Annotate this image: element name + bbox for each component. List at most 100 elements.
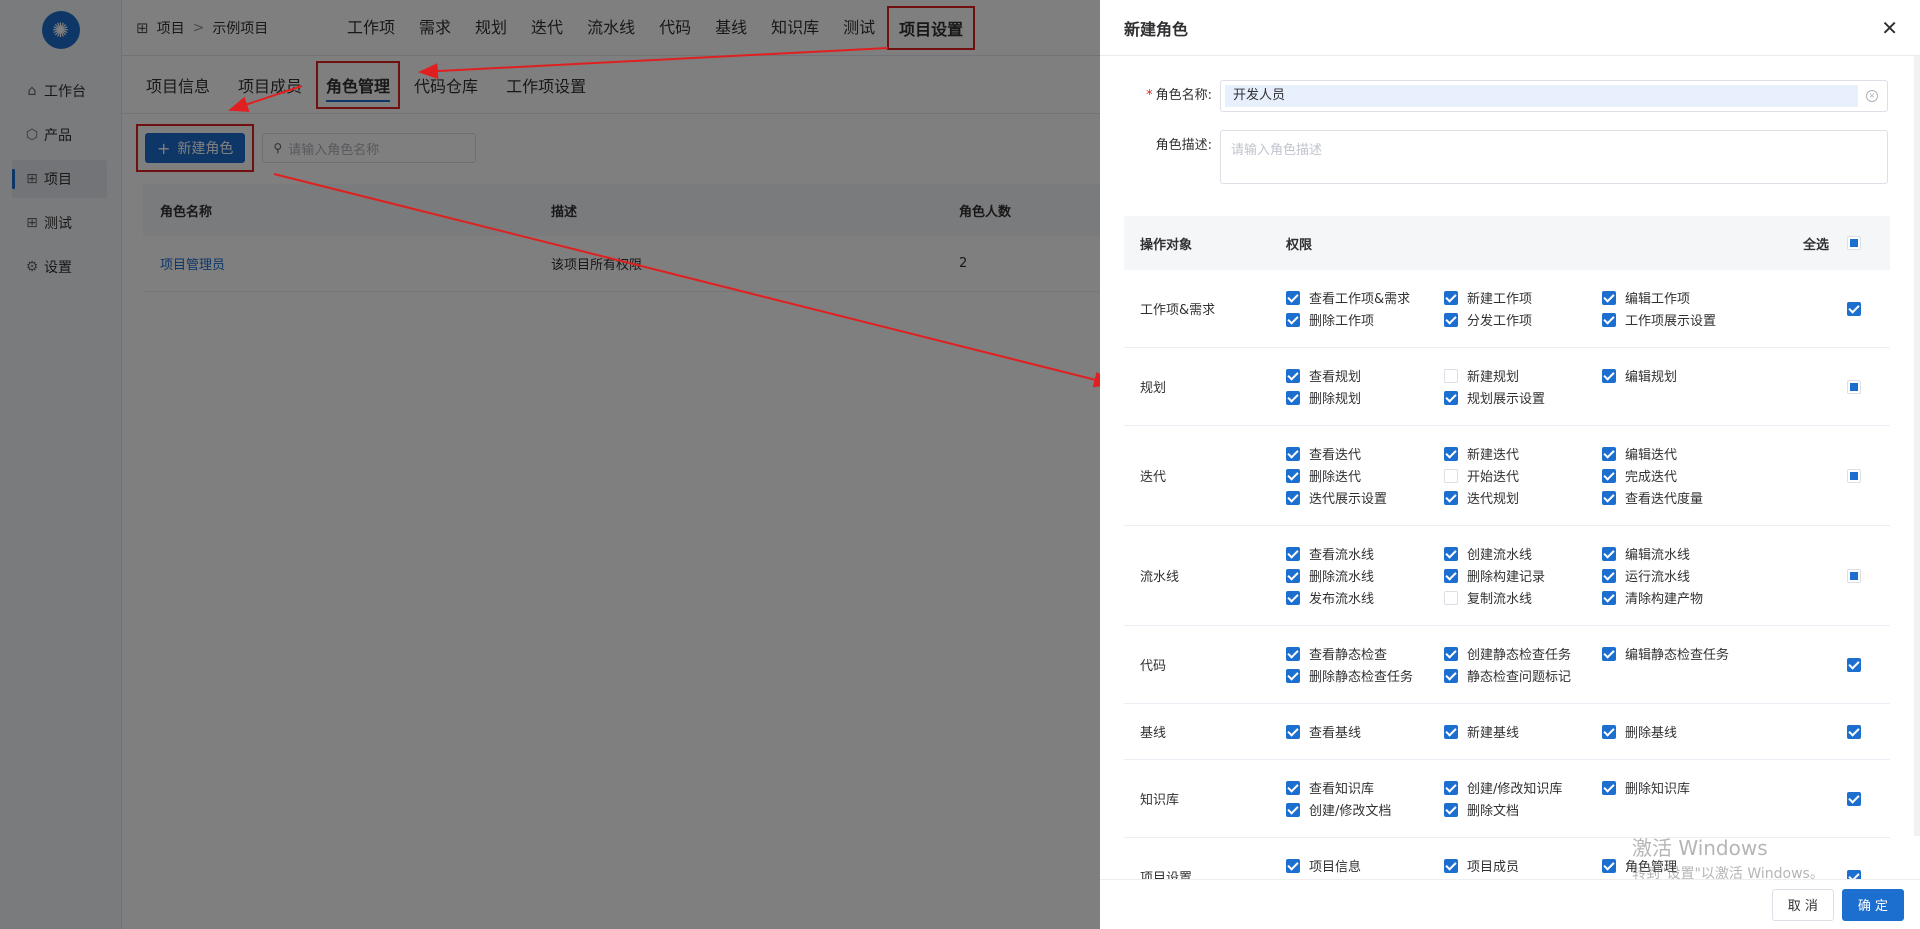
permission-checkbox[interactable] (1602, 546, 1616, 561)
permission-item[interactable]: 删除迭代 (1286, 465, 1444, 487)
permission-item[interactable]: 创建流水线 (1444, 543, 1602, 565)
permission-checkbox[interactable] (1286, 568, 1300, 583)
permission-item[interactable]: 编辑工作项 (1602, 287, 1782, 309)
row-select-all-checkbox[interactable] (1847, 301, 1861, 316)
permission-item[interactable]: 分发工作项 (1444, 309, 1602, 331)
row-select-all-checkbox[interactable] (1847, 791, 1861, 806)
permission-item[interactable]: 查看知识库 (1286, 777, 1444, 799)
permission-checkbox[interactable] (1286, 446, 1300, 461)
permission-item[interactable]: 迭代展示设置 (1286, 487, 1444, 509)
role-desc-textarea[interactable]: 请输入角色描述 (1220, 130, 1888, 184)
permission-checkbox[interactable] (1286, 490, 1300, 505)
permission-checkbox[interactable] (1444, 312, 1458, 327)
close-icon[interactable]: ✕ (1881, 16, 1898, 40)
permission-checkbox[interactable] (1602, 590, 1616, 605)
permission-checkbox[interactable] (1602, 568, 1616, 583)
permission-checkbox[interactable] (1602, 368, 1616, 383)
permission-item[interactable]: 查看静态检查 (1286, 643, 1444, 665)
permission-checkbox[interactable] (1602, 446, 1616, 461)
permission-item[interactable]: 删除流水线 (1286, 565, 1444, 587)
permission-item[interactable]: 查看规划 (1286, 365, 1444, 387)
permission-item[interactable]: 角色管理 (1602, 855, 1782, 877)
row-select-all-checkbox[interactable] (1847, 657, 1861, 672)
permission-checkbox[interactable] (1602, 490, 1616, 505)
permission-item[interactable]: 新建基线 (1444, 721, 1602, 743)
permission-checkbox[interactable] (1444, 858, 1458, 873)
confirm-button[interactable]: 确 定 (1841, 888, 1904, 921)
permission-item[interactable]: 新建规划 (1444, 365, 1602, 387)
row-select-all-checkbox[interactable] (1847, 379, 1861, 394)
permission-item[interactable]: 新建迭代 (1444, 443, 1602, 465)
permission-item[interactable]: 新建工作项 (1444, 287, 1602, 309)
permission-item[interactable]: 创建/修改文档 (1286, 799, 1444, 821)
permission-checkbox[interactable] (1602, 290, 1616, 305)
role-name-input[interactable]: 开发人员 × (1220, 80, 1888, 112)
permission-checkbox[interactable] (1444, 390, 1458, 405)
permission-checkbox[interactable] (1444, 468, 1458, 483)
permission-item[interactable]: 删除构建记录 (1444, 565, 1602, 587)
permission-checkbox[interactable] (1444, 724, 1458, 739)
permission-checkbox[interactable] (1286, 668, 1300, 683)
permission-item[interactable]: 编辑迭代 (1602, 443, 1782, 465)
permission-checkbox[interactable] (1286, 312, 1300, 327)
permission-item[interactable]: 项目成员 (1444, 855, 1602, 877)
permission-item[interactable]: 编辑流水线 (1602, 543, 1782, 565)
permission-checkbox[interactable] (1286, 590, 1300, 605)
permission-item[interactable]: 删除基线 (1602, 721, 1782, 743)
permission-checkbox[interactable] (1286, 368, 1300, 383)
row-select-all-checkbox[interactable] (1847, 568, 1861, 583)
row-select-all-checkbox[interactable] (1847, 869, 1861, 879)
permission-checkbox[interactable] (1444, 780, 1458, 795)
permission-item[interactable]: 创建静态检查任务 (1444, 643, 1602, 665)
permission-checkbox[interactable] (1444, 802, 1458, 817)
permission-item[interactable]: 查看迭代度量 (1602, 487, 1782, 509)
permission-checkbox[interactable] (1602, 858, 1616, 873)
permission-item[interactable]: 创建/修改知识库 (1444, 777, 1602, 799)
permission-item[interactable]: 开始迭代 (1444, 465, 1602, 487)
permission-checkbox[interactable] (1286, 780, 1300, 795)
permission-checkbox[interactable] (1286, 546, 1300, 561)
permission-checkbox[interactable] (1286, 390, 1300, 405)
permission-item[interactable]: 查看迭代 (1286, 443, 1444, 465)
row-select-all-checkbox[interactable] (1847, 724, 1861, 739)
permission-item[interactable]: 清除构建产物 (1602, 587, 1782, 609)
permission-checkbox[interactable] (1286, 802, 1300, 817)
permission-item[interactable]: 查看工作项&需求 (1286, 287, 1444, 309)
permission-checkbox[interactable] (1286, 290, 1300, 305)
cancel-button[interactable]: 取 消 (1771, 888, 1834, 921)
permission-item[interactable]: 运行流水线 (1602, 565, 1782, 587)
permission-checkbox[interactable] (1444, 590, 1458, 605)
permission-item[interactable]: 删除知识库 (1602, 777, 1782, 799)
permission-checkbox[interactable] (1444, 490, 1458, 505)
permission-item[interactable]: 删除文档 (1444, 799, 1602, 821)
permission-checkbox[interactable] (1602, 646, 1616, 661)
permission-item[interactable]: 复制流水线 (1444, 587, 1602, 609)
permission-checkbox[interactable] (1444, 646, 1458, 661)
permission-item[interactable]: 删除静态检查任务 (1286, 665, 1444, 687)
permission-checkbox[interactable] (1286, 468, 1300, 483)
permission-item[interactable]: 完成迭代 (1602, 465, 1782, 487)
permission-checkbox[interactable] (1286, 724, 1300, 739)
permission-item[interactable]: 工作项展示设置 (1602, 309, 1782, 331)
select-all-checkbox[interactable] (1847, 236, 1861, 250)
permission-checkbox[interactable] (1286, 858, 1300, 873)
permission-item[interactable]: 静态检查问题标记 (1444, 665, 1602, 687)
permission-item[interactable]: 编辑规划 (1602, 365, 1782, 387)
permission-checkbox[interactable] (1444, 546, 1458, 561)
permission-checkbox[interactable] (1286, 646, 1300, 661)
permission-checkbox[interactable] (1602, 312, 1616, 327)
permission-checkbox[interactable] (1444, 668, 1458, 683)
permission-item[interactable]: 查看基线 (1286, 721, 1444, 743)
permission-item[interactable]: 规划展示设置 (1444, 387, 1602, 409)
permission-checkbox[interactable] (1602, 780, 1616, 795)
permission-item[interactable]: 查看流水线 (1286, 543, 1444, 565)
permission-checkbox[interactable] (1444, 568, 1458, 583)
permission-checkbox[interactable] (1444, 446, 1458, 461)
drawer-scrollbar[interactable] (1914, 56, 1920, 836)
row-select-all-checkbox[interactable] (1847, 468, 1861, 483)
permission-checkbox[interactable] (1444, 290, 1458, 305)
permission-item[interactable]: 删除规划 (1286, 387, 1444, 409)
permission-checkbox[interactable] (1444, 368, 1458, 383)
permission-item[interactable]: 删除工作项 (1286, 309, 1444, 331)
permission-item[interactable]: 编辑静态检查任务 (1602, 643, 1782, 665)
